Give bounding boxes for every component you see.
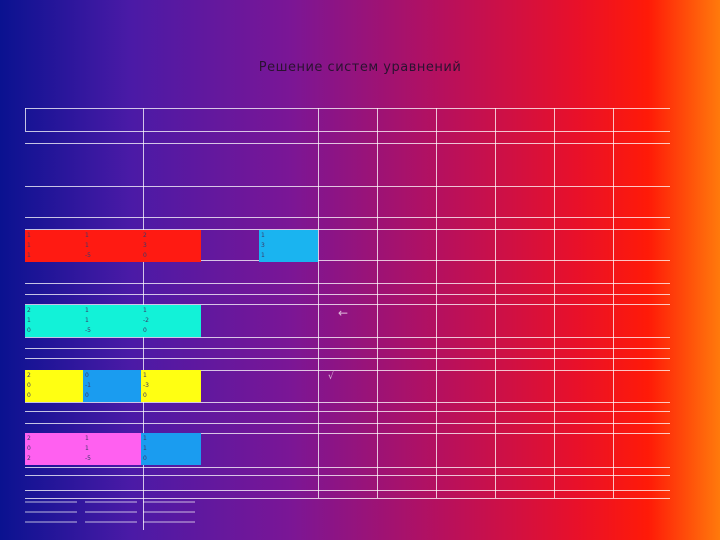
vector-cell: 3	[261, 242, 265, 249]
grid-hline	[25, 143, 670, 144]
matrix-4-pink: 2 1 1 0 1 1 2 -5 0	[25, 433, 201, 465]
matrix-cell: -2	[143, 317, 149, 324]
matrix-cell: 0	[143, 392, 147, 399]
matrix-cell: 2	[27, 307, 31, 314]
matrix-cell: 1	[85, 232, 89, 239]
vector-1-cyan: 1 3 1	[259, 230, 318, 262]
matrix-cell: -5	[85, 252, 91, 259]
matrix-cell: 1	[143, 445, 147, 452]
grid-hline	[25, 108, 670, 109]
matrix-cell: 0	[143, 455, 147, 462]
matrix-cell: 2	[143, 232, 147, 239]
page-title: Решение систем уравнений	[258, 60, 462, 75]
matrix-cell: -5	[85, 327, 91, 334]
grid-hline	[25, 294, 670, 295]
matrix-cell: 1	[143, 307, 147, 314]
check-mark-icon: √	[328, 372, 334, 382]
grid-vline	[554, 108, 555, 498]
matrix-cell: 1	[27, 252, 31, 259]
grid-hline	[25, 475, 670, 476]
matrix-cell: 3	[143, 242, 147, 249]
matrix-1-red: 1 1 2 1 1 3 1 -5 0	[25, 230, 201, 262]
matrix-cell: 1	[85, 307, 89, 314]
matrix-cell: 0	[27, 382, 31, 389]
grid-vline	[25, 108, 26, 131]
matrix-cell: 0	[85, 372, 89, 379]
grid-hline	[25, 283, 670, 284]
matrix-cell: 1	[143, 372, 147, 379]
matrix-cell: 1	[143, 435, 147, 442]
grid-hline	[25, 337, 670, 338]
matrix-cell: 2	[27, 455, 31, 462]
matrix-cell: -1	[85, 382, 91, 389]
matrix-cell: 0	[27, 445, 31, 452]
grid-hline	[25, 423, 670, 424]
grid-vline	[495, 108, 496, 498]
grid-hline	[25, 411, 670, 412]
grid-vline	[613, 108, 614, 498]
matrix-cell: 1	[85, 242, 89, 249]
matrix-2-mint: 2 1 1 1 1 -2 0 -5 0	[25, 305, 201, 337]
matrix-cell: 1	[27, 232, 31, 239]
grid-hline	[25, 467, 670, 468]
grid-vline	[377, 108, 378, 498]
bottom-placeholder-rows	[25, 498, 201, 528]
left-arrow-icon: ←	[338, 306, 349, 320]
matrix-cell: -5	[85, 455, 91, 462]
matrix-cell: 1	[85, 435, 89, 442]
matrix-cell: 0	[27, 392, 31, 399]
grid-vline	[318, 108, 319, 498]
grid-hline	[25, 402, 670, 403]
matrix-cell: 1	[27, 242, 31, 249]
matrix-cell: 2	[27, 372, 31, 379]
grid-hline	[25, 217, 670, 218]
vector-cell: 1	[261, 252, 265, 259]
matrix-3-yellow: 2 0 1 0 -1 -3 0 0 0	[25, 370, 201, 402]
grid-hline	[25, 348, 670, 349]
matrix-cell: 1	[27, 317, 31, 324]
grid-hline	[25, 358, 670, 359]
grid-hline	[25, 490, 670, 491]
matrix-cell: -3	[143, 382, 149, 389]
grid-vline	[436, 108, 437, 498]
grid-hline	[25, 131, 670, 132]
vector-cell: 1	[261, 232, 265, 239]
matrix-cell: 0	[85, 392, 89, 399]
grid-hline	[25, 186, 670, 187]
matrix-cell: 0	[143, 252, 147, 259]
matrix-cell: 2	[27, 435, 31, 442]
matrix-cell: 1	[85, 317, 89, 324]
matrix-cell: 0	[27, 327, 31, 334]
matrix-cell: 0	[143, 327, 147, 334]
matrix-cell: 1	[85, 445, 89, 452]
